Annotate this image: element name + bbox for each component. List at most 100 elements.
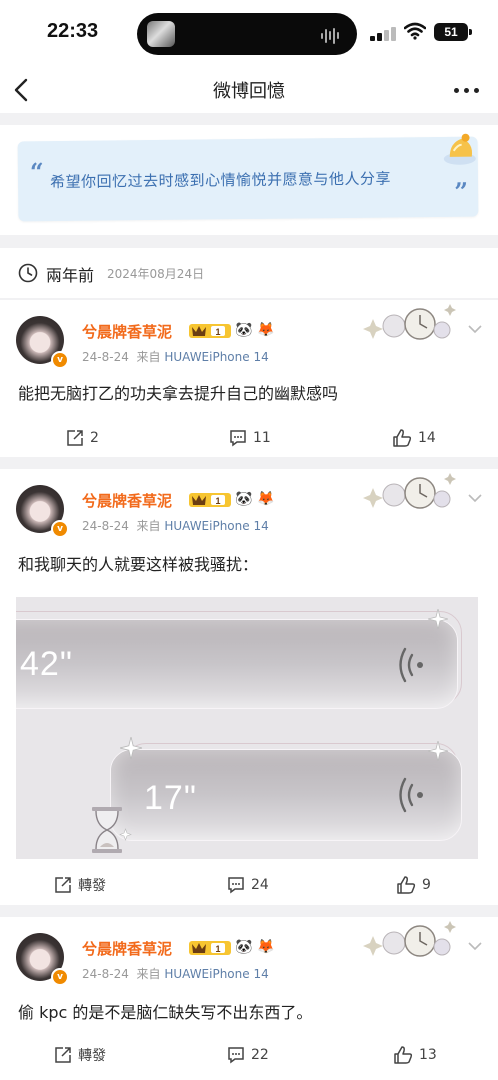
open-quote: “	[29, 157, 44, 187]
verified-badge-icon: v	[51, 968, 69, 986]
like-count: 9	[422, 877, 431, 893]
like-button[interactable]: 9	[396, 873, 431, 897]
badge-level: 1	[215, 327, 220, 337]
badge-level: 1	[215, 944, 220, 954]
fox-badge-icon: 🦊	[257, 322, 275, 338]
now-playing-thumbnail	[147, 21, 175, 47]
card-decoration-icon	[363, 304, 456, 340]
source-prefix: 来自	[136, 519, 161, 533]
comment-button[interactable]: 22	[227, 1043, 269, 1067]
status-bar: 22:33 51	[0, 0, 498, 68]
post-source[interactable]: HUAWEiPhone 14	[164, 519, 268, 533]
voice-duration: 17"	[144, 779, 197, 817]
badge-level: 1	[215, 496, 220, 506]
like-button[interactable]: 14	[392, 426, 436, 450]
section-label: 兩年前	[46, 266, 95, 285]
comment-count: 22	[251, 1047, 269, 1063]
repost-button[interactable]: 轉發	[54, 873, 106, 897]
clock-icon	[18, 263, 38, 283]
banner-note: “ 希望你回忆过去时感到心情愉悦并愿意与他人分享 ”	[17, 133, 479, 222]
post-actions: 轉發 22 13	[0, 1043, 498, 1067]
post-text: 和我聊天的人就要这样被我骚扰：	[18, 555, 259, 574]
section-date: 2024年08月24日	[107, 267, 205, 281]
post-meta: 24-8-24 来自 HUAWEiPhone 14	[82, 965, 269, 982]
username[interactable]: 兮晨牌香草泥	[82, 490, 172, 511]
post-card[interactable]: v 兮晨牌香草泥 1 🐼 🦊 24-8-24 来自 HUAWEiPhone 14…	[0, 300, 498, 457]
battery-icon: 51	[434, 23, 468, 41]
dynamic-island[interactable]	[137, 13, 357, 55]
voice-wave-icon	[399, 647, 423, 683]
vip-crown-icon: 1	[189, 493, 231, 507]
fox-badge-icon: 🦊	[257, 939, 275, 955]
voice-bubble	[16, 619, 458, 709]
comment-icon	[228, 1047, 244, 1064]
verified-badge-icon: v	[51, 351, 69, 369]
post-date: 24-8-24	[82, 967, 129, 981]
panda-badge-icon: 🐼	[235, 322, 253, 338]
repost-button[interactable]: 2	[66, 426, 99, 450]
status-time: 22:33	[47, 20, 99, 42]
comment-icon	[230, 430, 246, 447]
chevron-down-icon[interactable]	[468, 324, 482, 334]
post-text: 能把无脑打乙的功夫拿去提升自己的幽默感吗	[18, 384, 339, 403]
post-card[interactable]: v 兮晨牌香草泥 1 🐼 🦊 24-8-24 来自 HUAWEiPhone 14…	[0, 917, 498, 1080]
username[interactable]: 兮晨牌香草泥	[82, 938, 172, 959]
like-count: 13	[419, 1047, 437, 1063]
more-icon[interactable]	[452, 78, 482, 102]
battery-tip	[469, 29, 472, 35]
post-meta: 24-8-24 来自 HUAWEiPhone 14	[82, 517, 269, 534]
card-decoration-icon	[363, 921, 456, 957]
comment-count: 24	[251, 877, 269, 893]
sparkle-icon	[120, 737, 142, 759]
repost-button[interactable]: 轉發	[54, 1043, 106, 1067]
post-image[interactable]: 42" 17"	[16, 597, 478, 859]
hourglass-icon	[92, 807, 132, 853]
repost-label: 轉發	[78, 1048, 106, 1064]
audio-wave-icon	[321, 25, 343, 44]
memory-banner: “ 希望你回忆过去时感到心情愉悦并愿意与他人分享 ”	[0, 125, 498, 235]
share-icon	[67, 430, 83, 446]
like-icon	[393, 429, 412, 447]
bell-decoration-icon	[443, 133, 476, 165]
post-meta: 24-8-24 来自 HUAWEiPhone 14	[82, 348, 269, 365]
like-icon	[394, 1046, 413, 1064]
close-quote: ”	[454, 176, 469, 206]
like-button[interactable]: 13	[393, 1043, 437, 1067]
post-text: 偷 kpc 的是不是脑仁缺失写不出东西了。	[18, 1003, 313, 1022]
source-prefix: 来自	[136, 350, 161, 364]
source-prefix: 来自	[136, 967, 161, 981]
share-icon	[55, 877, 71, 893]
username[interactable]: 兮晨牌香草泥	[82, 321, 172, 342]
post-actions: 2 11 14	[0, 426, 498, 450]
like-icon	[397, 876, 416, 894]
vip-crown-icon: 1	[189, 324, 231, 338]
post-date: 24-8-24	[82, 350, 129, 364]
chevron-down-icon[interactable]	[468, 493, 482, 503]
panda-badge-icon: 🐼	[235, 491, 253, 507]
memory-section-header: 兩年前 2024年08月24日	[0, 248, 498, 298]
comment-button[interactable]: 24	[227, 873, 269, 897]
sparkle-icon	[428, 741, 448, 761]
post-actions: 轉發 24 9	[0, 873, 498, 897]
share-icon	[55, 1047, 71, 1063]
signal-icon	[370, 25, 398, 41]
sparkle-icon	[428, 609, 448, 629]
page-title: 微博回憶	[213, 81, 285, 102]
fox-badge-icon: 🦊	[257, 491, 275, 507]
verified-badge-icon: v	[51, 520, 69, 538]
comment-count: 11	[253, 430, 271, 446]
wifi-icon	[404, 22, 426, 40]
voice-duration: 42"	[20, 645, 73, 683]
post-source[interactable]: HUAWEiPhone 14	[164, 350, 268, 364]
comment-icon	[228, 877, 244, 894]
voice-wave-icon	[399, 777, 423, 813]
post-source[interactable]: HUAWEiPhone 14	[164, 967, 268, 981]
post-card[interactable]: v 兮晨牌香草泥 1 🐼 🦊 24-8-24 来自 HUAWEiPhone 14…	[0, 469, 498, 905]
chevron-down-icon[interactable]	[468, 941, 482, 951]
comment-button[interactable]: 11	[229, 426, 271, 450]
nav-bar: 微博回憶	[0, 68, 498, 113]
banner-text: 希望你回忆过去时感到心情愉悦并愿意与他人分享	[49, 169, 392, 192]
panda-badge-icon: 🐼	[235, 939, 253, 955]
card-decoration-icon	[363, 473, 456, 509]
like-count: 14	[418, 430, 436, 446]
